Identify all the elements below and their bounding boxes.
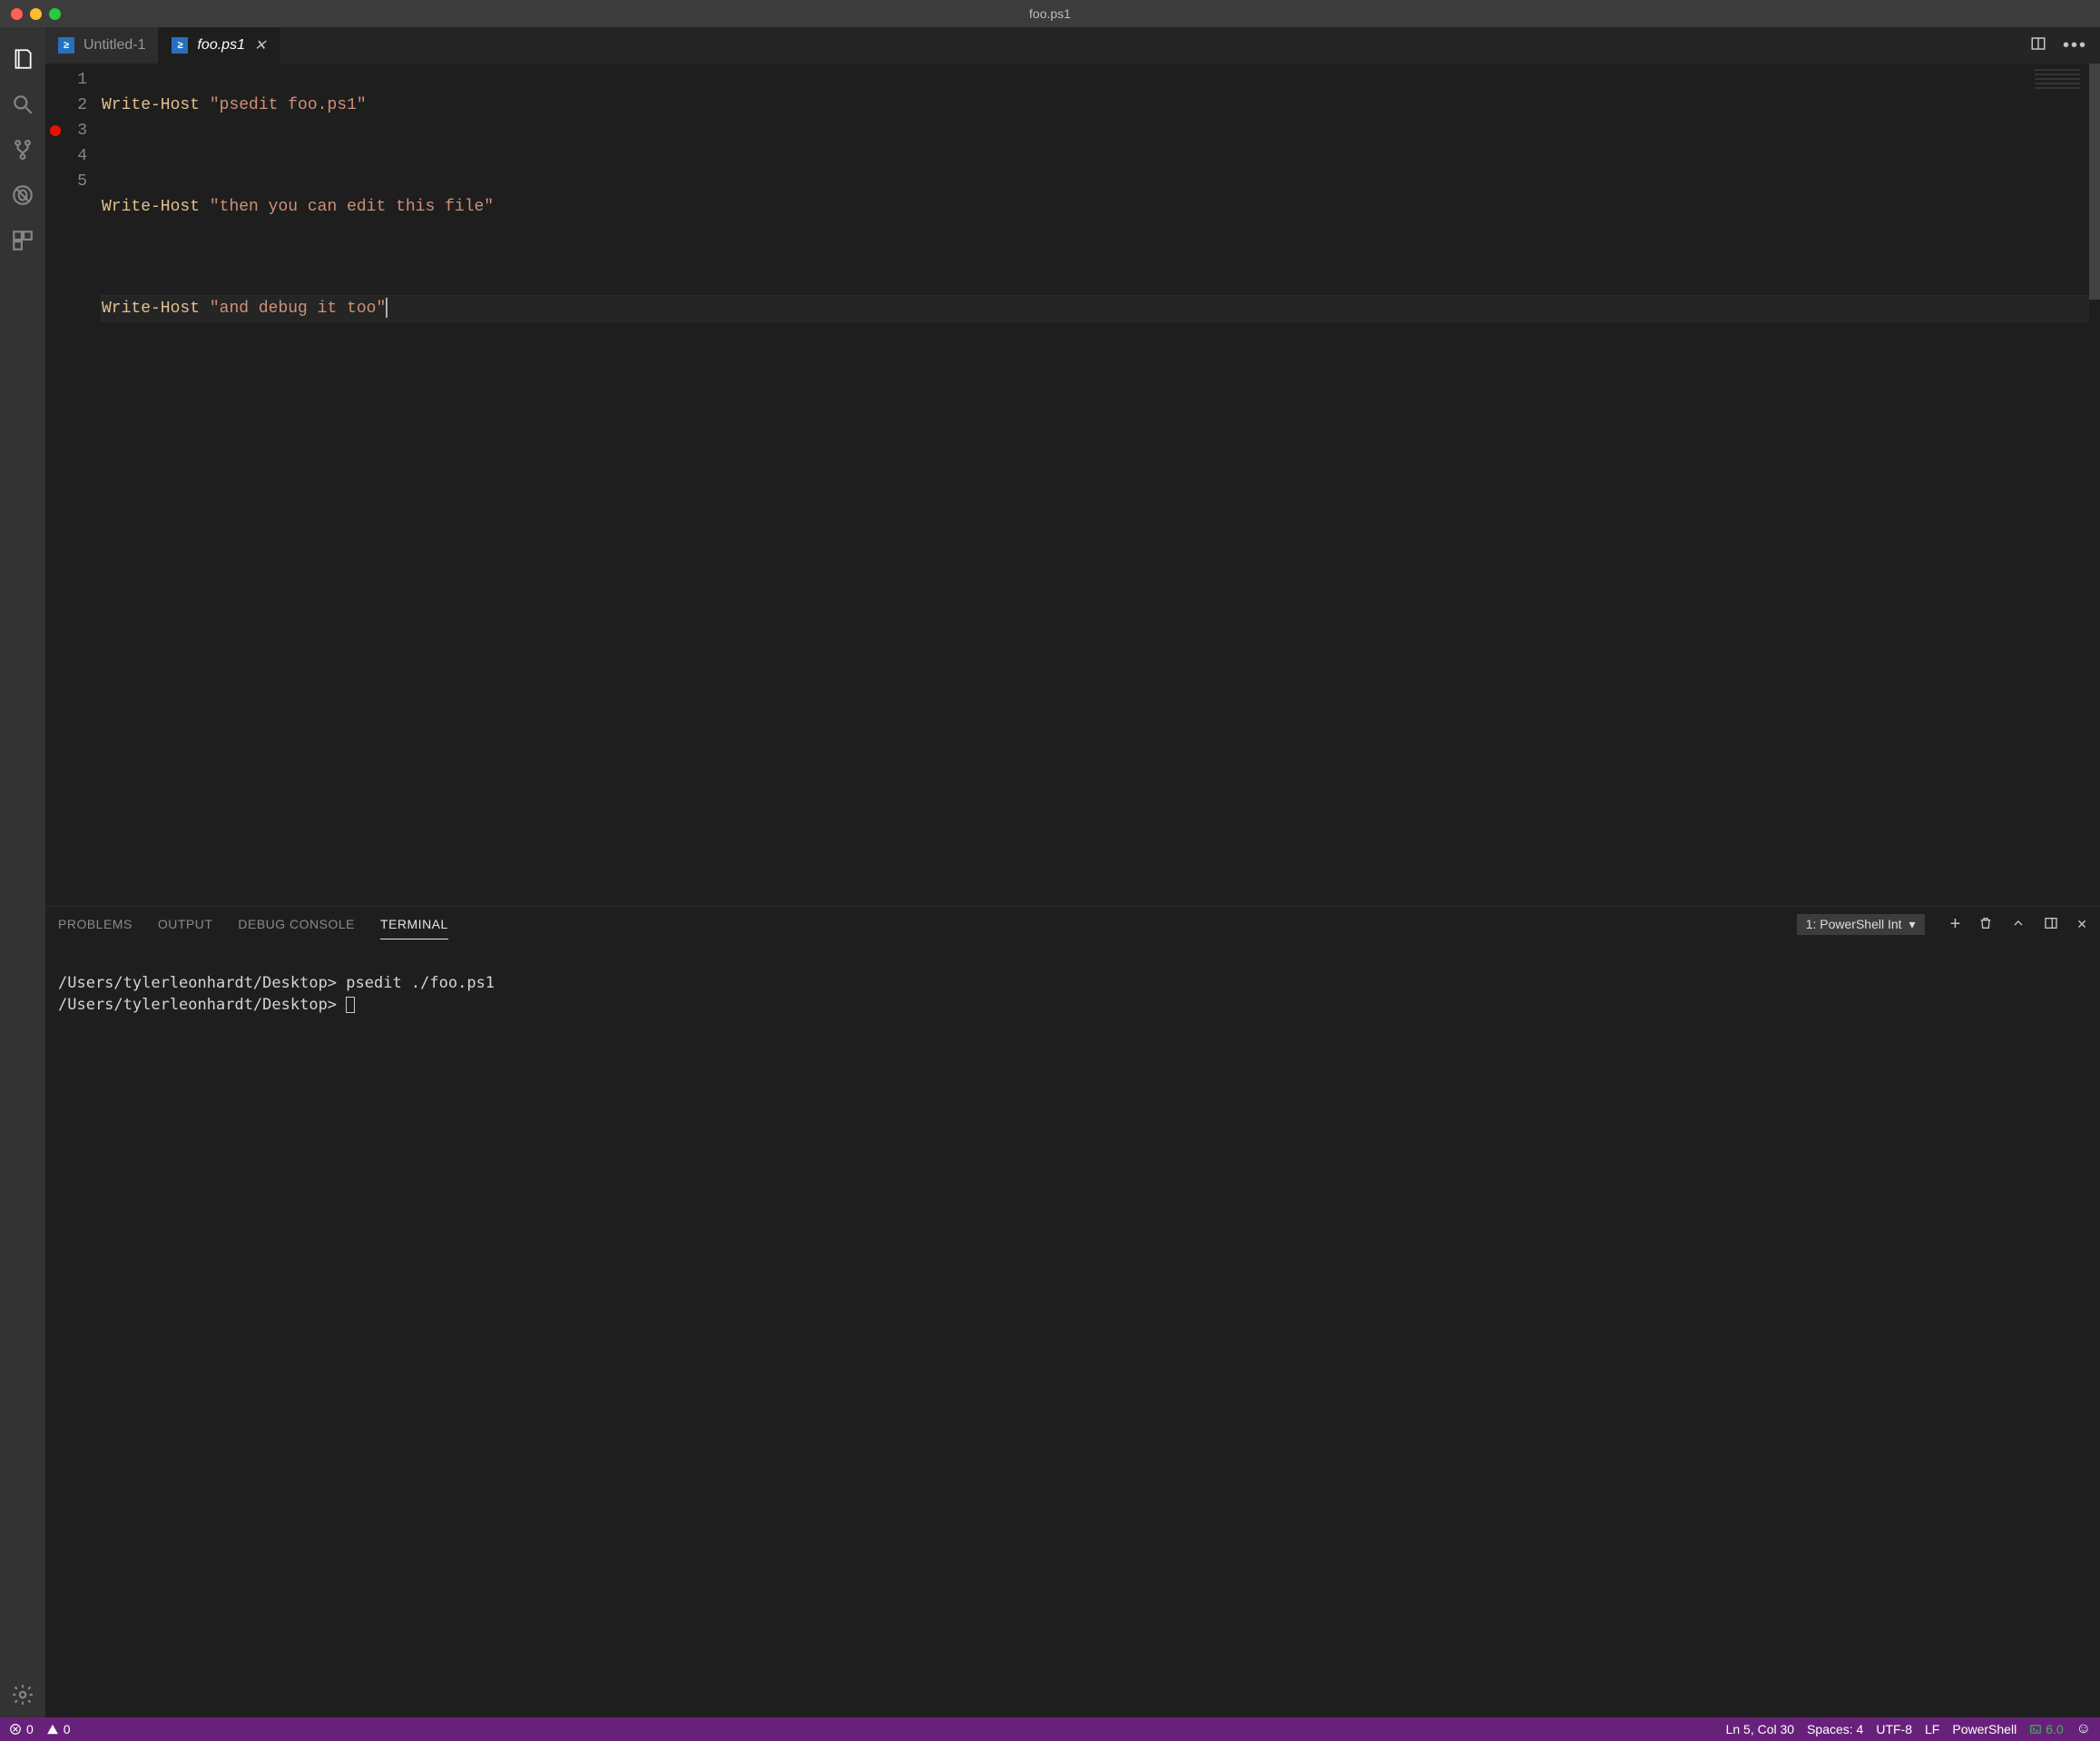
search-icon[interactable] [0,82,45,127]
window-controls [0,8,61,20]
status-errors[interactable]: 0 [9,1722,34,1736]
source-control-icon[interactable] [0,127,45,172]
settings-gear-icon[interactable] [0,1672,45,1717]
editor-content[interactable]: Write-Host "psedit foo.ps1" Write-Host "… [102,64,2089,906]
app-window: foo.ps1 [0,0,2100,1741]
toggle-panel-layout-icon[interactable] [2044,916,2058,933]
status-cursor-position[interactable]: Ln 5, Col 30 [1726,1722,1795,1736]
maximize-window-button[interactable] [49,8,61,20]
debug-icon[interactable] [0,172,45,218]
extensions-icon[interactable] [0,218,45,263]
window-title: foo.ps1 [1029,6,1071,21]
split-editor-icon[interactable] [2030,35,2046,56]
tab-label: Untitled-1 [83,37,145,54]
terminal-line: /Users/tylerleonhardt/Desktop> [58,996,346,1014]
minimize-window-button[interactable] [30,8,42,20]
title-bar: foo.ps1 [0,0,2100,27]
status-eol[interactable]: LF [1925,1722,1939,1736]
line-number: 1 [65,67,102,93]
terminal-line: /Users/tylerleonhardt/Desktop> psedit ./… [58,974,495,992]
tab-untitled-1[interactable]: ≥ Untitled-1 [45,27,159,64]
terminal-cursor [346,997,355,1013]
text-cursor [386,298,388,318]
status-language-mode[interactable]: PowerShell [1952,1722,2017,1736]
line-number: 4 [65,143,102,169]
powershell-file-icon: ≥ [172,37,188,54]
panel-tab-output[interactable]: OUTPUT [158,910,213,939]
bottom-panel: PROBLEMS OUTPUT DEBUG CONSOLE TERMINAL 1… [45,906,2100,1717]
terminal[interactable]: /Users/tylerleonhardt/Desktop> psedit ./… [45,941,2100,1717]
explorer-icon[interactable] [0,36,45,82]
kill-terminal-icon[interactable] [1978,916,1993,933]
more-actions-icon[interactable]: ••• [2063,35,2087,56]
tab-label: foo.ps1 [197,37,244,54]
dropdown-icon: ▾ [1909,917,1916,932]
maximize-panel-icon[interactable] [2011,916,2026,933]
close-panel-icon[interactable]: ✕ [2076,917,2087,932]
line-number: 5 [65,169,102,194]
editor-scrollbar[interactable] [2089,64,2100,906]
line-number: 3 [65,118,102,143]
status-indentation[interactable]: Spaces: 4 [1807,1722,1863,1736]
tab-foo-ps1[interactable]: ≥ foo.ps1 ✕ [159,27,280,64]
status-encoding[interactable]: UTF-8 [1876,1722,1912,1736]
new-terminal-icon[interactable]: + [1950,914,1961,935]
status-feedback-icon[interactable]: ☺ [2076,1721,2091,1737]
panel-tab-terminal[interactable]: TERMINAL [380,910,448,939]
editor-gutter: 1 2 3 4 5 [45,64,102,906]
line-number: 2 [65,93,102,118]
breakpoint-icon[interactable] [50,125,61,136]
status-powershell-version[interactable]: 6.0 [2029,1722,2063,1736]
panel-tab-debug-console[interactable]: DEBUG CONSOLE [238,910,355,939]
panel-tab-problems[interactable]: PROBLEMS [58,910,132,939]
status-bar: 0 0 Ln 5, Col 30 Spaces: 4 UTF-8 LF Powe… [0,1717,2100,1741]
close-window-button[interactable] [11,8,23,20]
minimap[interactable] [2035,69,2080,91]
code-editor[interactable]: 1 2 3 4 5 Write-Host "psedit foo.ps1" Wr… [45,64,2100,906]
close-tab-icon[interactable]: ✕ [254,36,266,54]
editor-tabs: ≥ Untitled-1 ≥ foo.ps1 ✕ ••• [45,27,2100,64]
powershell-file-icon: ≥ [58,37,74,54]
status-warnings[interactable]: 0 [46,1722,71,1736]
terminal-selector[interactable]: 1: PowerShell Int ▾ [1797,914,1925,935]
activity-bar [0,27,45,1717]
